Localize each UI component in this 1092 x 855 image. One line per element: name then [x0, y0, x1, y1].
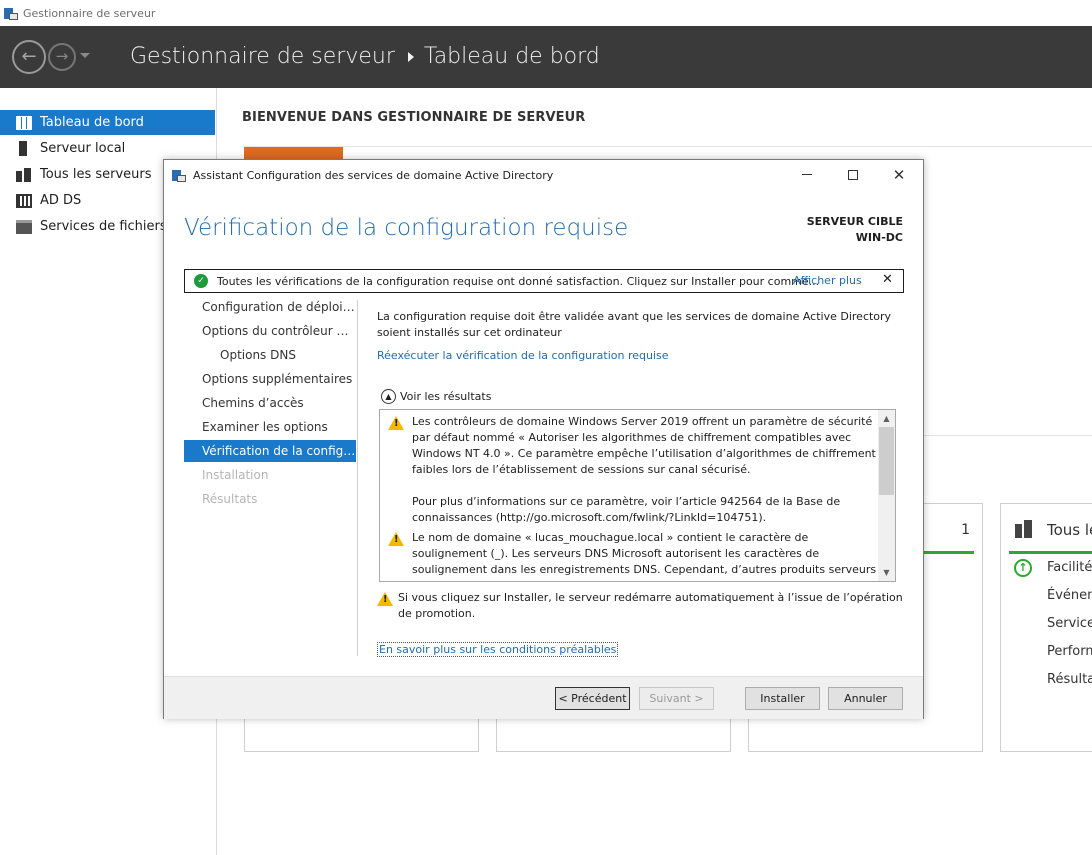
welcome-heading: BIENVENUE DANS GESTIONNAIRE DE SERVEUR	[242, 110, 586, 125]
tile-row[interactable]: Événem	[1047, 588, 1092, 603]
sidebar-item-label: AD DS	[40, 193, 82, 208]
all-servers-tile[interactable]: Tous le ↑ Facilité Événem Services Perfo…	[1000, 503, 1092, 752]
tile-row[interactable]: Perform	[1047, 644, 1092, 659]
intro-text: La configuration requise doit être valid…	[377, 310, 892, 339]
minimize-icon	[802, 174, 812, 175]
step-results: Résultats	[202, 492, 258, 506]
servers-icon	[1015, 520, 1033, 538]
restart-warning: Si vous cliquez sur Installer, le serveu…	[377, 590, 907, 622]
result-text: Le nom de domaine « lucas_mouchague.loca…	[412, 531, 877, 581]
dialog-titlebar[interactable]: Assistant Configuration des services de …	[164, 160, 923, 190]
app-header: ← → Gestionnaire de serveur Tableau de b…	[0, 26, 1092, 88]
success-check-icon: ✓	[194, 274, 208, 288]
step-deployment-config[interactable]: Configuration de déploie...	[184, 296, 356, 318]
dashboard-icon	[16, 115, 32, 130]
notification-text: Toutes les vérifications de la configura…	[217, 274, 820, 288]
tile-row[interactable]: Résultat	[1047, 672, 1092, 687]
list-item: Le nom de domaine « lucas_mouchague.loca…	[388, 530, 878, 581]
previous-button[interactable]: < Précédent	[555, 687, 630, 710]
scroll-thumb[interactable]	[879, 427, 894, 495]
install-button[interactable]: Installer	[745, 687, 820, 710]
close-icon[interactable]: ✕	[882, 272, 893, 287]
maximize-button[interactable]	[830, 160, 876, 190]
step-additional-options[interactable]: Options supplémentaires	[184, 368, 356, 390]
step-dc-options[interactable]: Options du contrôleur de...	[184, 320, 356, 342]
target-server-label: SERVEUR CIBLE	[806, 215, 903, 228]
step-paths[interactable]: Chemins d’accès	[184, 392, 356, 414]
results-scrollbar[interactable]: ▲ ▼	[878, 410, 895, 581]
maximize-icon	[848, 169, 858, 180]
warning-icon	[377, 592, 393, 606]
sidebar-item-label: Serveur local	[40, 141, 126, 156]
app-window-title: Gestionnaire de serveur	[23, 6, 156, 20]
tile-title: Tous le	[1047, 521, 1092, 539]
tile-count: 1	[961, 522, 970, 538]
warning-icon	[388, 532, 404, 546]
sidebar-item-label: Tous les serveurs	[40, 167, 152, 182]
chevron-up-icon: ▲	[381, 389, 396, 404]
tile-row[interactable]: Facilité	[1047, 560, 1092, 575]
back-arrow-icon[interactable]: ←	[12, 40, 46, 74]
notification-bar: ✓ Toutes les vérifications de la configu…	[184, 269, 904, 293]
next-button: Suivant >	[639, 687, 714, 710]
server-manager-icon	[4, 7, 18, 20]
steps-divider	[357, 300, 358, 656]
warning-icon	[388, 416, 404, 430]
app-titlebar: Gestionnaire de serveur	[0, 0, 1092, 26]
server-icon	[19, 141, 27, 156]
wizard-icon	[172, 169, 186, 182]
tile-row[interactable]: Services	[1047, 616, 1092, 631]
breadcrumb: Gestionnaire de serveur Tableau de bord	[130, 44, 600, 69]
target-server: SERVEUR CIBLE WIN-DC	[807, 214, 903, 246]
breadcrumb-current: Tableau de bord	[423, 44, 600, 69]
minimize-button[interactable]	[784, 160, 830, 190]
forward-arrow-icon[interactable]: →	[48, 43, 76, 71]
step-installation: Installation	[202, 468, 269, 482]
list-item: Pour plus d’informations sur ce paramètr…	[388, 494, 878, 526]
scroll-down-icon[interactable]: ▼	[878, 564, 895, 581]
target-server-name: WIN-DC	[855, 231, 903, 244]
show-more-link[interactable]: Afficher plus	[793, 274, 862, 287]
results-list[interactable]: Les contrôleurs de domaine Windows Serve…	[379, 409, 896, 582]
step-dns-options[interactable]: Options DNS	[184, 344, 356, 366]
scroll-up-icon[interactable]: ▲	[878, 410, 895, 427]
sidebar-item-dashboard[interactable]: Tableau de bord	[0, 110, 215, 135]
tile-status-bar	[919, 551, 974, 554]
close-button[interactable]: ✕	[876, 160, 922, 190]
dialog-title: Assistant Configuration des services de …	[193, 168, 554, 182]
view-results-label: Voir les résultats	[400, 390, 492, 403]
restart-warning-text: Si vous cliquez sur Installer, le serveu…	[398, 591, 903, 620]
breadcrumb-separator-icon	[407, 51, 414, 62]
cancel-button[interactable]: Annuler	[828, 687, 903, 710]
sidebar-item-label: Tableau de bord	[40, 115, 144, 130]
history-dropdown-icon[interactable]	[80, 53, 90, 58]
sidebar-item-local-server[interactable]: Serveur local	[0, 136, 215, 161]
servers-icon	[16, 167, 32, 182]
tile-status-bar	[1009, 551, 1092, 554]
rerun-check-link[interactable]: Réexécuter la vérification de la configu…	[377, 349, 669, 362]
file-services-icon	[16, 219, 32, 234]
breadcrumb-root[interactable]: Gestionnaire de serveur	[130, 44, 395, 69]
dialog-footer: < Précédent Suivant > Installer Annuler	[164, 676, 923, 719]
arrow-up-icon: ↑	[1014, 559, 1032, 577]
step-prerequisites-check[interactable]: Vérification de la configur...	[184, 440, 356, 462]
prerequisites-info-link[interactable]: En savoir plus sur les conditions préala…	[377, 642, 619, 657]
adds-icon	[16, 193, 32, 208]
adds-config-wizard-dialog: Assistant Configuration des services de …	[163, 159, 924, 719]
step-review-options[interactable]: Examiner les options	[184, 416, 356, 438]
view-results-toggle[interactable]: ▲ Voir les résultats	[381, 389, 491, 404]
result-text: Pour plus d’informations sur ce paramètr…	[412, 495, 841, 524]
list-item: Les contrôleurs de domaine Windows Serve…	[388, 414, 878, 478]
result-text: Les contrôleurs de domaine Windows Serve…	[412, 415, 876, 476]
page-title: Vérification de la configuration requise	[184, 215, 629, 241]
